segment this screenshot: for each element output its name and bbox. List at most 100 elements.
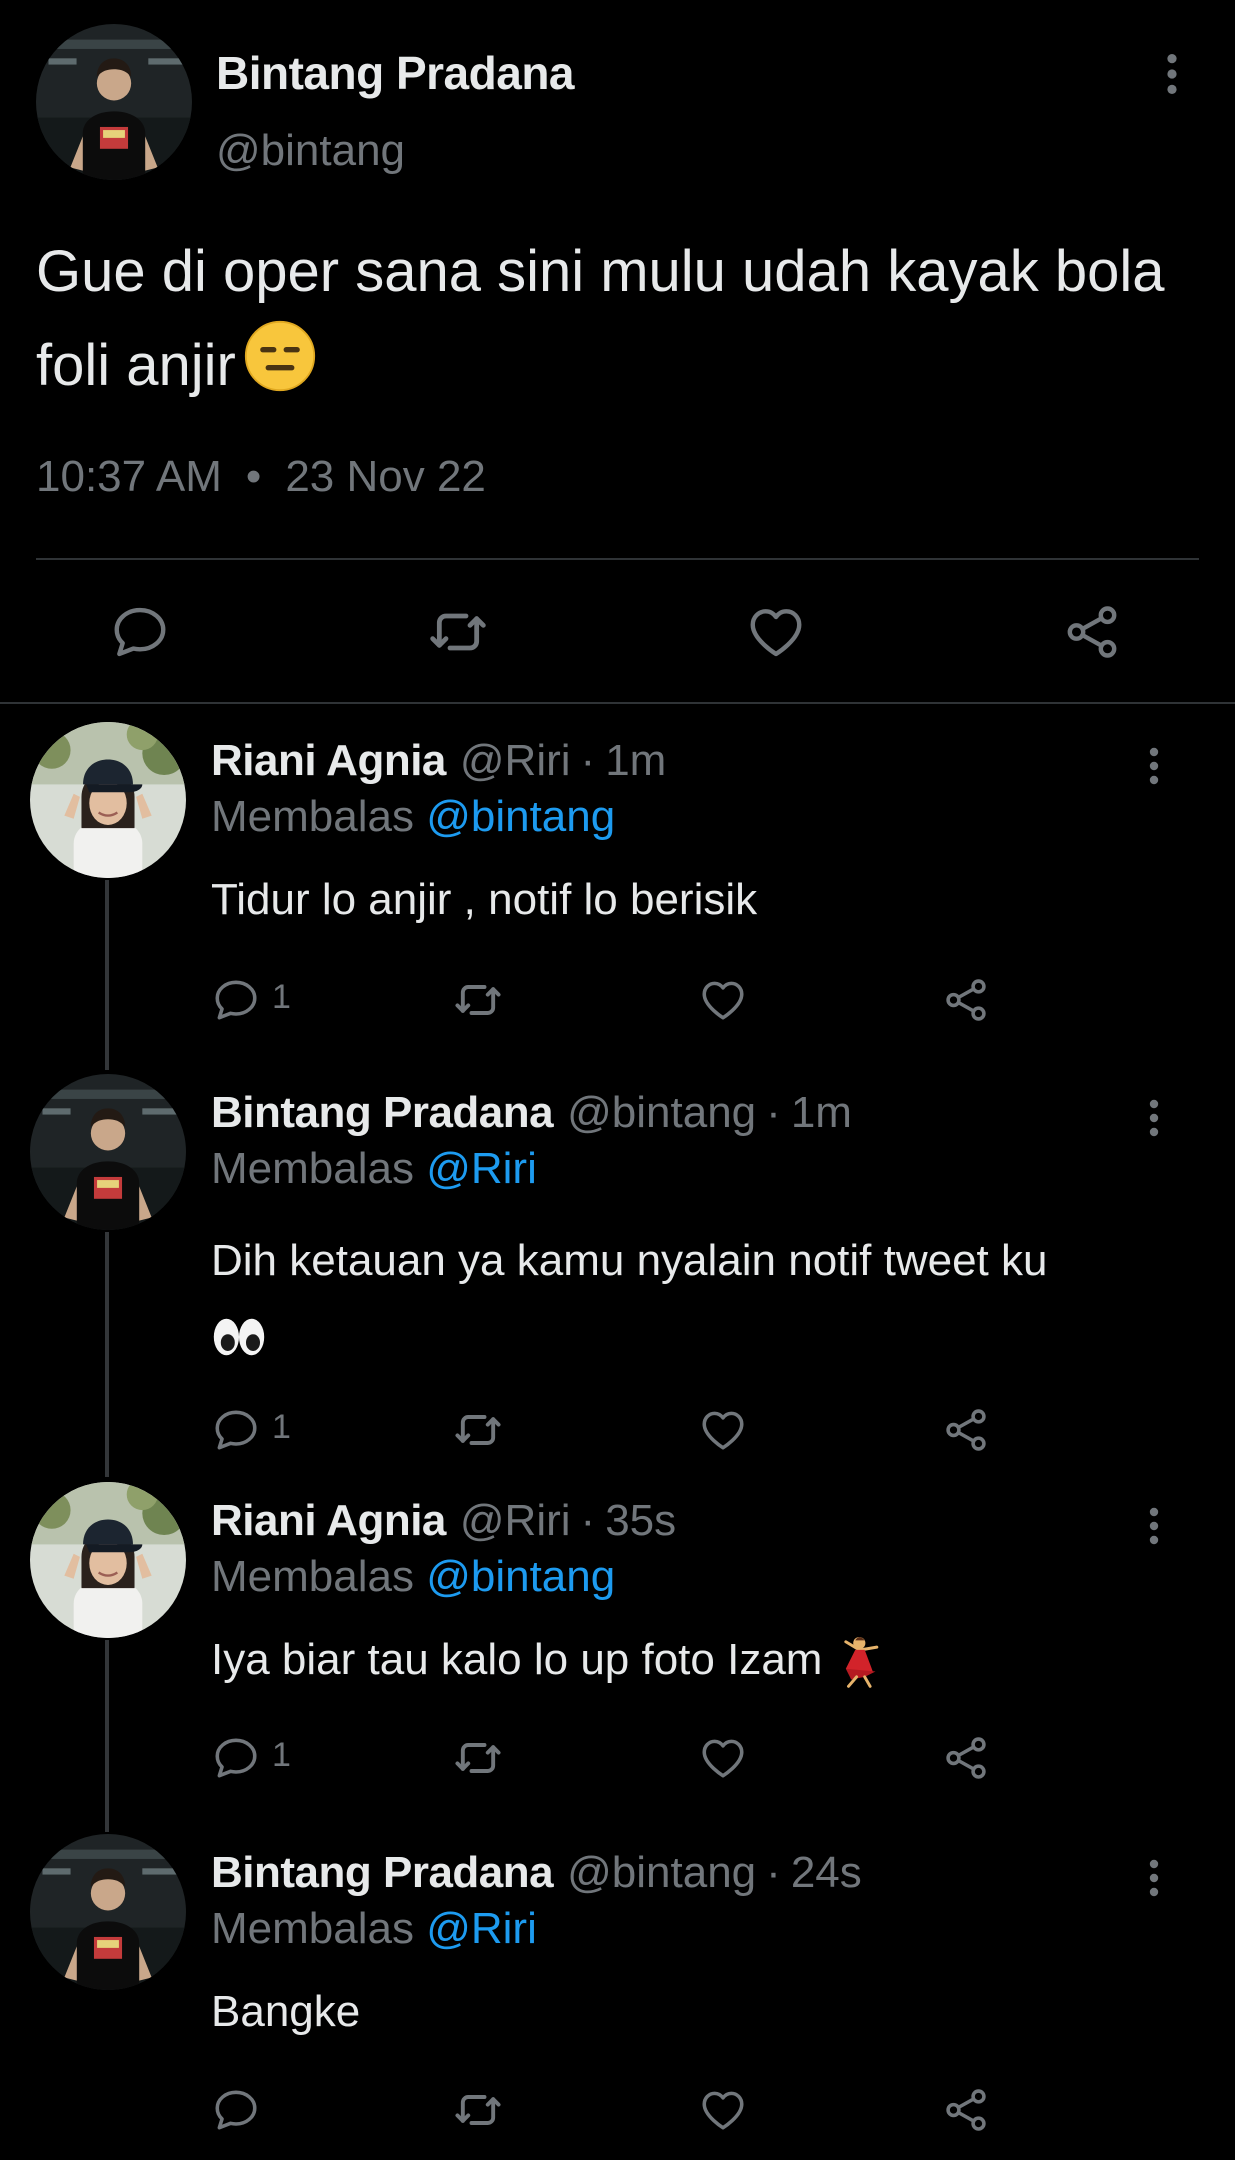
- tweet-date[interactable]: 23 Nov 22: [285, 452, 486, 501]
- replying-to: Membalas @Riri: [211, 1144, 537, 1194]
- retweet-button[interactable]: [426, 600, 490, 664]
- reply-button[interactable]: [210, 1732, 262, 1784]
- share-button[interactable]: [940, 974, 992, 1026]
- avatar-image: [30, 1834, 186, 1990]
- reply-time[interactable]: 1m: [791, 1088, 852, 1137]
- like-icon: [698, 1733, 748, 1783]
- share-button[interactable]: [1060, 600, 1124, 664]
- replying-to: Membalas @bintang: [211, 792, 615, 842]
- avatar-image: [30, 1074, 186, 1230]
- reply-count: 1: [272, 1736, 291, 1774]
- replying-to: Membalas @Riri: [211, 1904, 537, 1954]
- retweet-button[interactable]: [452, 1732, 504, 1784]
- reply-tweet[interactable]: Bintang Pradana @bintang · 24s Membalas @Ri…: [0, 1834, 1235, 2160]
- reply-icon: [211, 2085, 261, 2135]
- share-button[interactable]: [940, 1732, 992, 1784]
- reply-text: Tidur lo anjir , notif lo berisik: [211, 875, 758, 924]
- reply-button[interactable]: [210, 974, 262, 1026]
- retweet-icon: [452, 1732, 504, 1784]
- author-handle[interactable]: @Riri: [460, 1496, 571, 1545]
- reply-icon: [211, 1405, 261, 1455]
- like-button[interactable]: [697, 1404, 749, 1456]
- like-button[interactable]: [697, 1732, 749, 1784]
- more-vertical-icon: [1148, 1858, 1160, 1898]
- reply-icon: [109, 601, 171, 663]
- retweet-icon: [426, 600, 490, 664]
- reply-tweet[interactable]: Riani Agnia @Riri · 35s Membalas @bintang I…: [0, 1482, 1235, 1822]
- author-handle[interactable]: @bintang: [567, 1848, 756, 1897]
- reply-header: Bintang Pradana @bintang · 1m: [211, 1088, 852, 1138]
- share-icon: [941, 1405, 991, 1455]
- retweet-button[interactable]: [452, 2084, 504, 2136]
- main-tweet: Bintang Pradana @bintang Gue di oper san…: [0, 0, 1235, 700]
- author-handle[interactable]: @bintang: [216, 126, 405, 176]
- reply-header: Bintang Pradana @bintang · 24s: [211, 1848, 862, 1898]
- retweet-button[interactable]: [452, 974, 504, 1026]
- reply-text-content: Iya biar tau kalo lo up foto Izam: [211, 1635, 823, 1684]
- avatar[interactable]: [36, 24, 192, 180]
- more-options-button[interactable]: [1136, 1088, 1172, 1148]
- author-name[interactable]: Riani Agnia: [211, 1496, 446, 1545]
- like-button[interactable]: [744, 600, 808, 664]
- mention-link[interactable]: @Riri: [426, 1904, 537, 1953]
- like-icon: [698, 1405, 748, 1455]
- author-name[interactable]: Bintang Pradana: [216, 46, 575, 100]
- share-icon: [1061, 601, 1123, 663]
- dancer-emoji: [835, 1635, 889, 1684]
- retweet-button[interactable]: [452, 1404, 504, 1456]
- reply-text: Iya biar tau kalo lo up foto Izam: [211, 1630, 1151, 1690]
- share-button[interactable]: [940, 1404, 992, 1456]
- reply-tweet[interactable]: Bintang Pradana @bintang · 1m Membalas @Rir…: [0, 1074, 1235, 1464]
- author-name[interactable]: Bintang Pradana: [211, 1848, 554, 1897]
- more-vertical-icon: [1165, 52, 1179, 96]
- reply-header: Riani Agnia @Riri · 1m: [211, 736, 666, 786]
- tweet-text: Gue di oper sana sini mulu udah kayak bo…: [36, 225, 1186, 420]
- reply-text: Bangke: [211, 1987, 361, 2036]
- retweet-icon: [452, 1404, 504, 1456]
- reply-button[interactable]: [210, 2084, 262, 2136]
- mention-link[interactable]: @bintang: [426, 1552, 615, 1601]
- author-handle[interactable]: @Riri: [460, 736, 571, 785]
- avatar[interactable]: [30, 1482, 186, 1638]
- meta-separator: •: [245, 452, 262, 501]
- author-name[interactable]: Riani Agnia: [211, 736, 446, 785]
- replying-to: Membalas @bintang: [211, 1552, 615, 1602]
- tweet-meta: 10:37 AM • 23 Nov 22: [36, 452, 486, 502]
- meta-separator: ·: [766, 1848, 781, 1897]
- replying-prefix: Membalas: [211, 1552, 414, 1601]
- meta-separator: ·: [766, 1088, 781, 1137]
- reply-button[interactable]: [108, 600, 172, 664]
- mention-link[interactable]: @bintang: [426, 792, 615, 841]
- tweet-time[interactable]: 10:37 AM: [36, 452, 222, 501]
- avatar[interactable]: [30, 722, 186, 878]
- avatar[interactable]: [30, 1834, 186, 1990]
- like-icon: [698, 975, 748, 1025]
- reply-time[interactable]: 1m: [605, 736, 666, 785]
- more-options-button[interactable]: [1136, 1496, 1172, 1556]
- eyes-emoji: [211, 1310, 267, 1359]
- reply-time[interactable]: 24s: [791, 1848, 862, 1897]
- author-name[interactable]: Bintang Pradana: [211, 1088, 554, 1137]
- replying-prefix: Membalas: [211, 1144, 414, 1193]
- mention-link[interactable]: @Riri: [426, 1144, 537, 1193]
- retweet-icon: [452, 974, 504, 1026]
- reply-tweet[interactable]: Riani Agnia @Riri · 1m Membalas @bintang Ti…: [0, 722, 1235, 1052]
- share-button[interactable]: [940, 2084, 992, 2136]
- avatar[interactable]: [30, 1074, 186, 1230]
- reply-count: 1: [272, 1408, 291, 1446]
- like-icon: [698, 2085, 748, 2135]
- like-button[interactable]: [697, 974, 749, 1026]
- avatar-image: [30, 1482, 186, 1638]
- more-options-button[interactable]: [1154, 44, 1190, 104]
- more-options-button[interactable]: [1136, 1848, 1172, 1908]
- retweet-icon: [452, 2084, 504, 2136]
- like-button[interactable]: [697, 2084, 749, 2136]
- author-handle[interactable]: @bintang: [567, 1088, 756, 1137]
- reply-time[interactable]: 35s: [605, 1496, 676, 1545]
- reply-button[interactable]: [210, 1404, 262, 1456]
- share-icon: [941, 1733, 991, 1783]
- replying-prefix: Membalas: [211, 792, 414, 841]
- more-options-button[interactable]: [1136, 736, 1172, 796]
- reply-icon: [211, 975, 261, 1025]
- more-vertical-icon: [1148, 1098, 1160, 1138]
